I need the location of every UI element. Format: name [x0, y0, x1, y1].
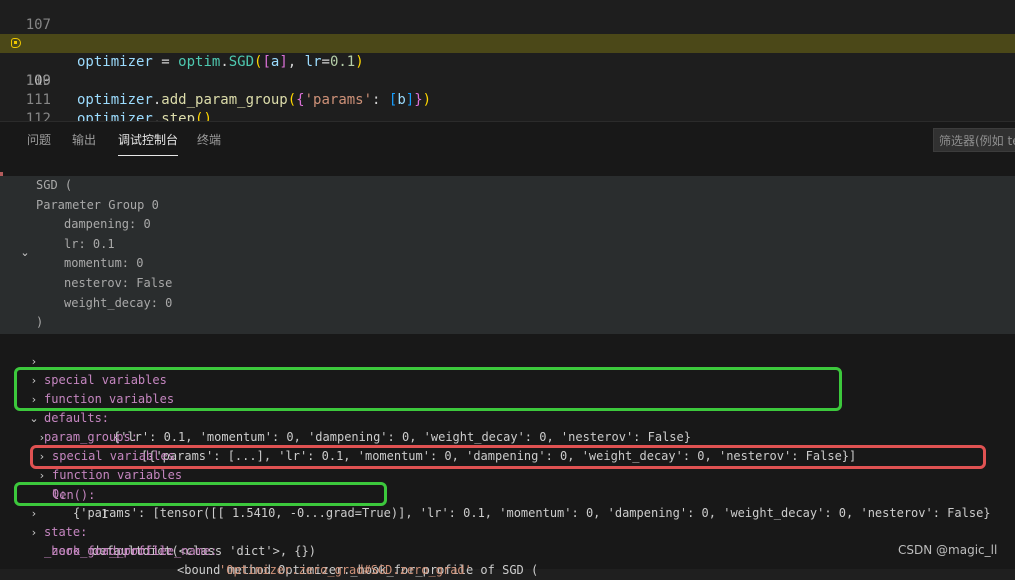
- watermark: CSDN @magic_ll: [898, 543, 998, 557]
- sgd-header-text: SGD (: [36, 178, 73, 192]
- green-annotation-box: [14, 367, 842, 411]
- param-weight-decay: weight_decay: 0: [64, 296, 173, 310]
- code-line: 107: [0, 0, 1015, 33]
- tree-item[interactable]: › special variables: [0, 333, 1015, 387]
- sgd-close: ): [0, 313, 1015, 332]
- tab-output[interactable]: 输出: [72, 131, 96, 148]
- red-annotation-box: [30, 445, 986, 469]
- tree-item-value: 'Optimizer.zero_grad#SGD.zero_grad': [219, 563, 472, 577]
- param-group-text: Parameter Group 0: [36, 198, 159, 212]
- filter-input[interactable]: 筛选器(例如 te: [933, 128, 1015, 152]
- param-nesterov: nesterov: False: [64, 276, 173, 290]
- panel-tabs: 问题 输出 调试控制台 终端 筛选器(例如 te: [0, 122, 1015, 156]
- code-editor[interactable]: 107 108 optimizer = optim.SGD([a], lr=0.…: [0, 0, 1015, 121]
- param-lr: lr: 0.1: [64, 237, 115, 251]
- tree-item-zero-grad-name: _zero_grad_profile_name: 'Optimizer.zero…: [0, 523, 1015, 577]
- param-line: momentum: 0: [0, 254, 1015, 273]
- param-momentum: momentum: 0: [64, 256, 144, 270]
- param-dampening: dampening: 0: [64, 217, 151, 231]
- code-line: 113: [0, 110, 1015, 121]
- param-group-header: Parameter Group 0: [0, 196, 1015, 215]
- code-line-current[interactable]: 109 optimizer.add_param_group({'params':…: [0, 34, 1015, 108]
- tab-terminal[interactable]: 终端: [197, 131, 221, 148]
- code-line[interactable]: 111 optimizer.step(): [0, 72, 1015, 121]
- tab-debug-console[interactable]: 调试控制台: [118, 131, 179, 156]
- code-line[interactable]: 112 optimizer.zero_grad(): [0, 91, 1015, 121]
- tree-item-key: _zero_grad_profile_name:: [44, 544, 218, 558]
- param-line: lr: 0.1: [0, 235, 1015, 254]
- tree-item-hook[interactable]: › _hook_for_profile: <bound method Optim…: [0, 504, 1015, 577]
- code-line[interactable]: 108 optimizer = optim.SGD([a], lr=0.1): [0, 15, 1015, 70]
- tree-item[interactable]: › special variables: [0, 409, 1015, 463]
- sgd-header: SGD (: [0, 176, 1015, 195]
- console-input-row: → optimizer: [0, 156, 1015, 210]
- breakpoint-arrow-icon[interactable]: [11, 38, 21, 48]
- param-line: nesterov: False: [0, 274, 1015, 293]
- sgd-close-text: ): [36, 315, 44, 329]
- green-annotation-box: [14, 482, 387, 506]
- tab-problems[interactable]: 问题: [27, 131, 51, 148]
- param-line: dampening: 0: [0, 215, 1015, 234]
- code-line: 110: [0, 53, 1015, 89]
- param-line: weight_decay: 0: [0, 294, 1015, 313]
